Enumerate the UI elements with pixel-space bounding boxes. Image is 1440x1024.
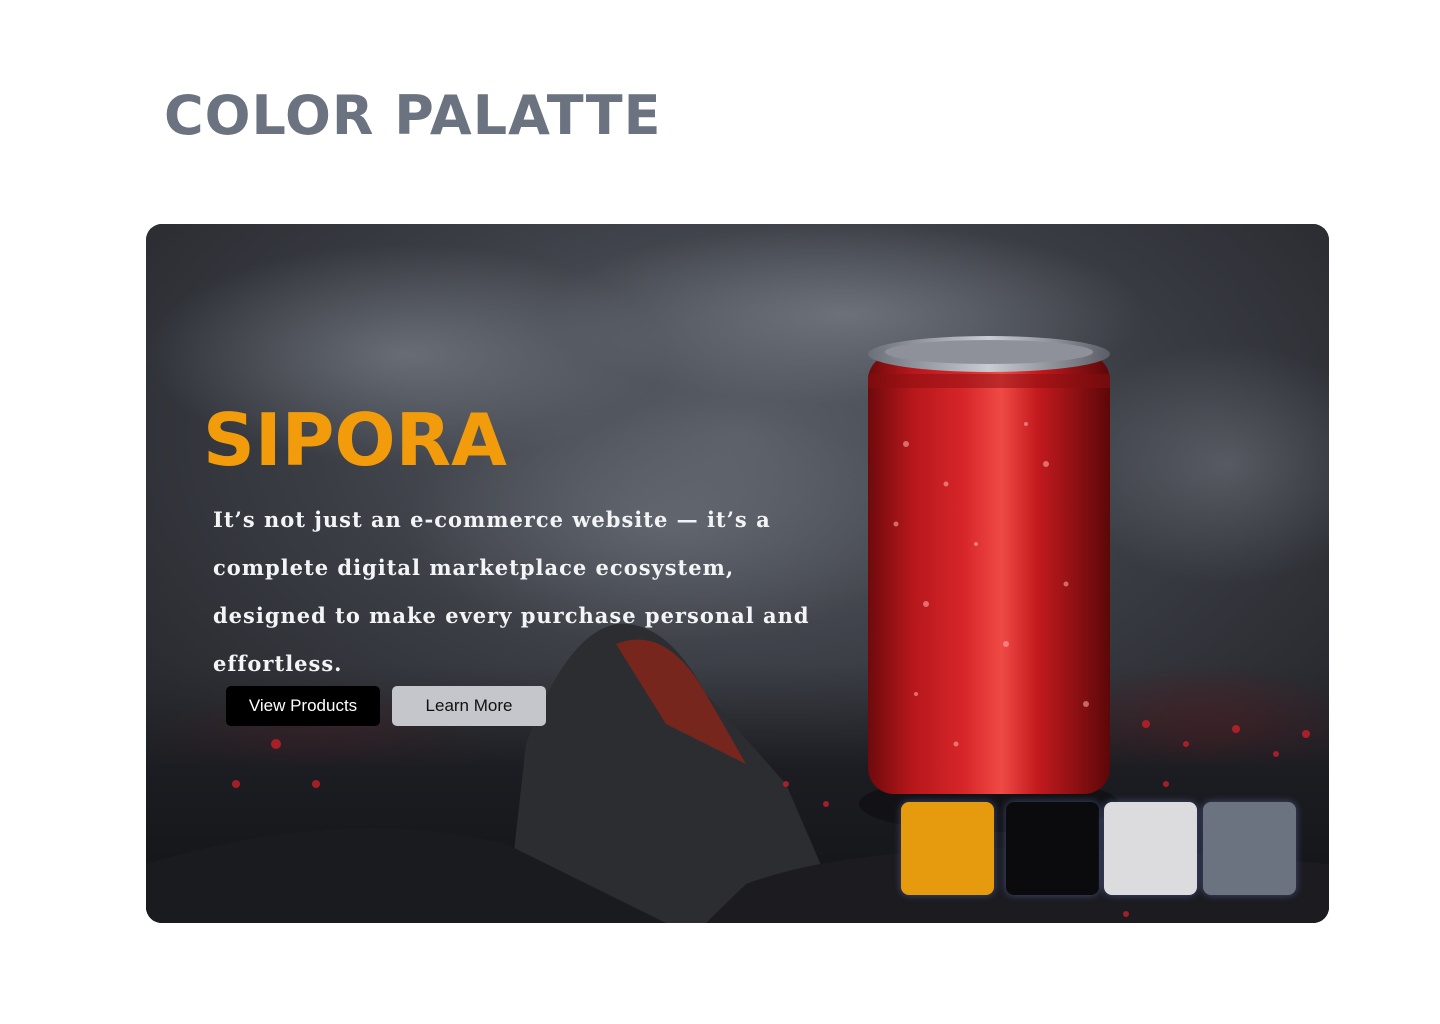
hero-banner: SIPORA It’s not just an e-commerce websi… [146, 224, 1329, 923]
view-products-button[interactable]: View Products [226, 686, 380, 726]
brand-title: SIPORA [203, 398, 507, 482]
palette-swatch-black [1006, 802, 1099, 895]
palette-swatch-slate-gray [1203, 802, 1296, 895]
learn-more-button[interactable]: Learn More [392, 686, 546, 726]
page-title: COLOR PALATTE [164, 84, 662, 147]
palette-swatch-amber [901, 802, 994, 895]
hero-tagline: It’s not just an e-commerce website — it… [213, 507, 810, 676]
palette-swatch-light-gray [1104, 802, 1197, 895]
